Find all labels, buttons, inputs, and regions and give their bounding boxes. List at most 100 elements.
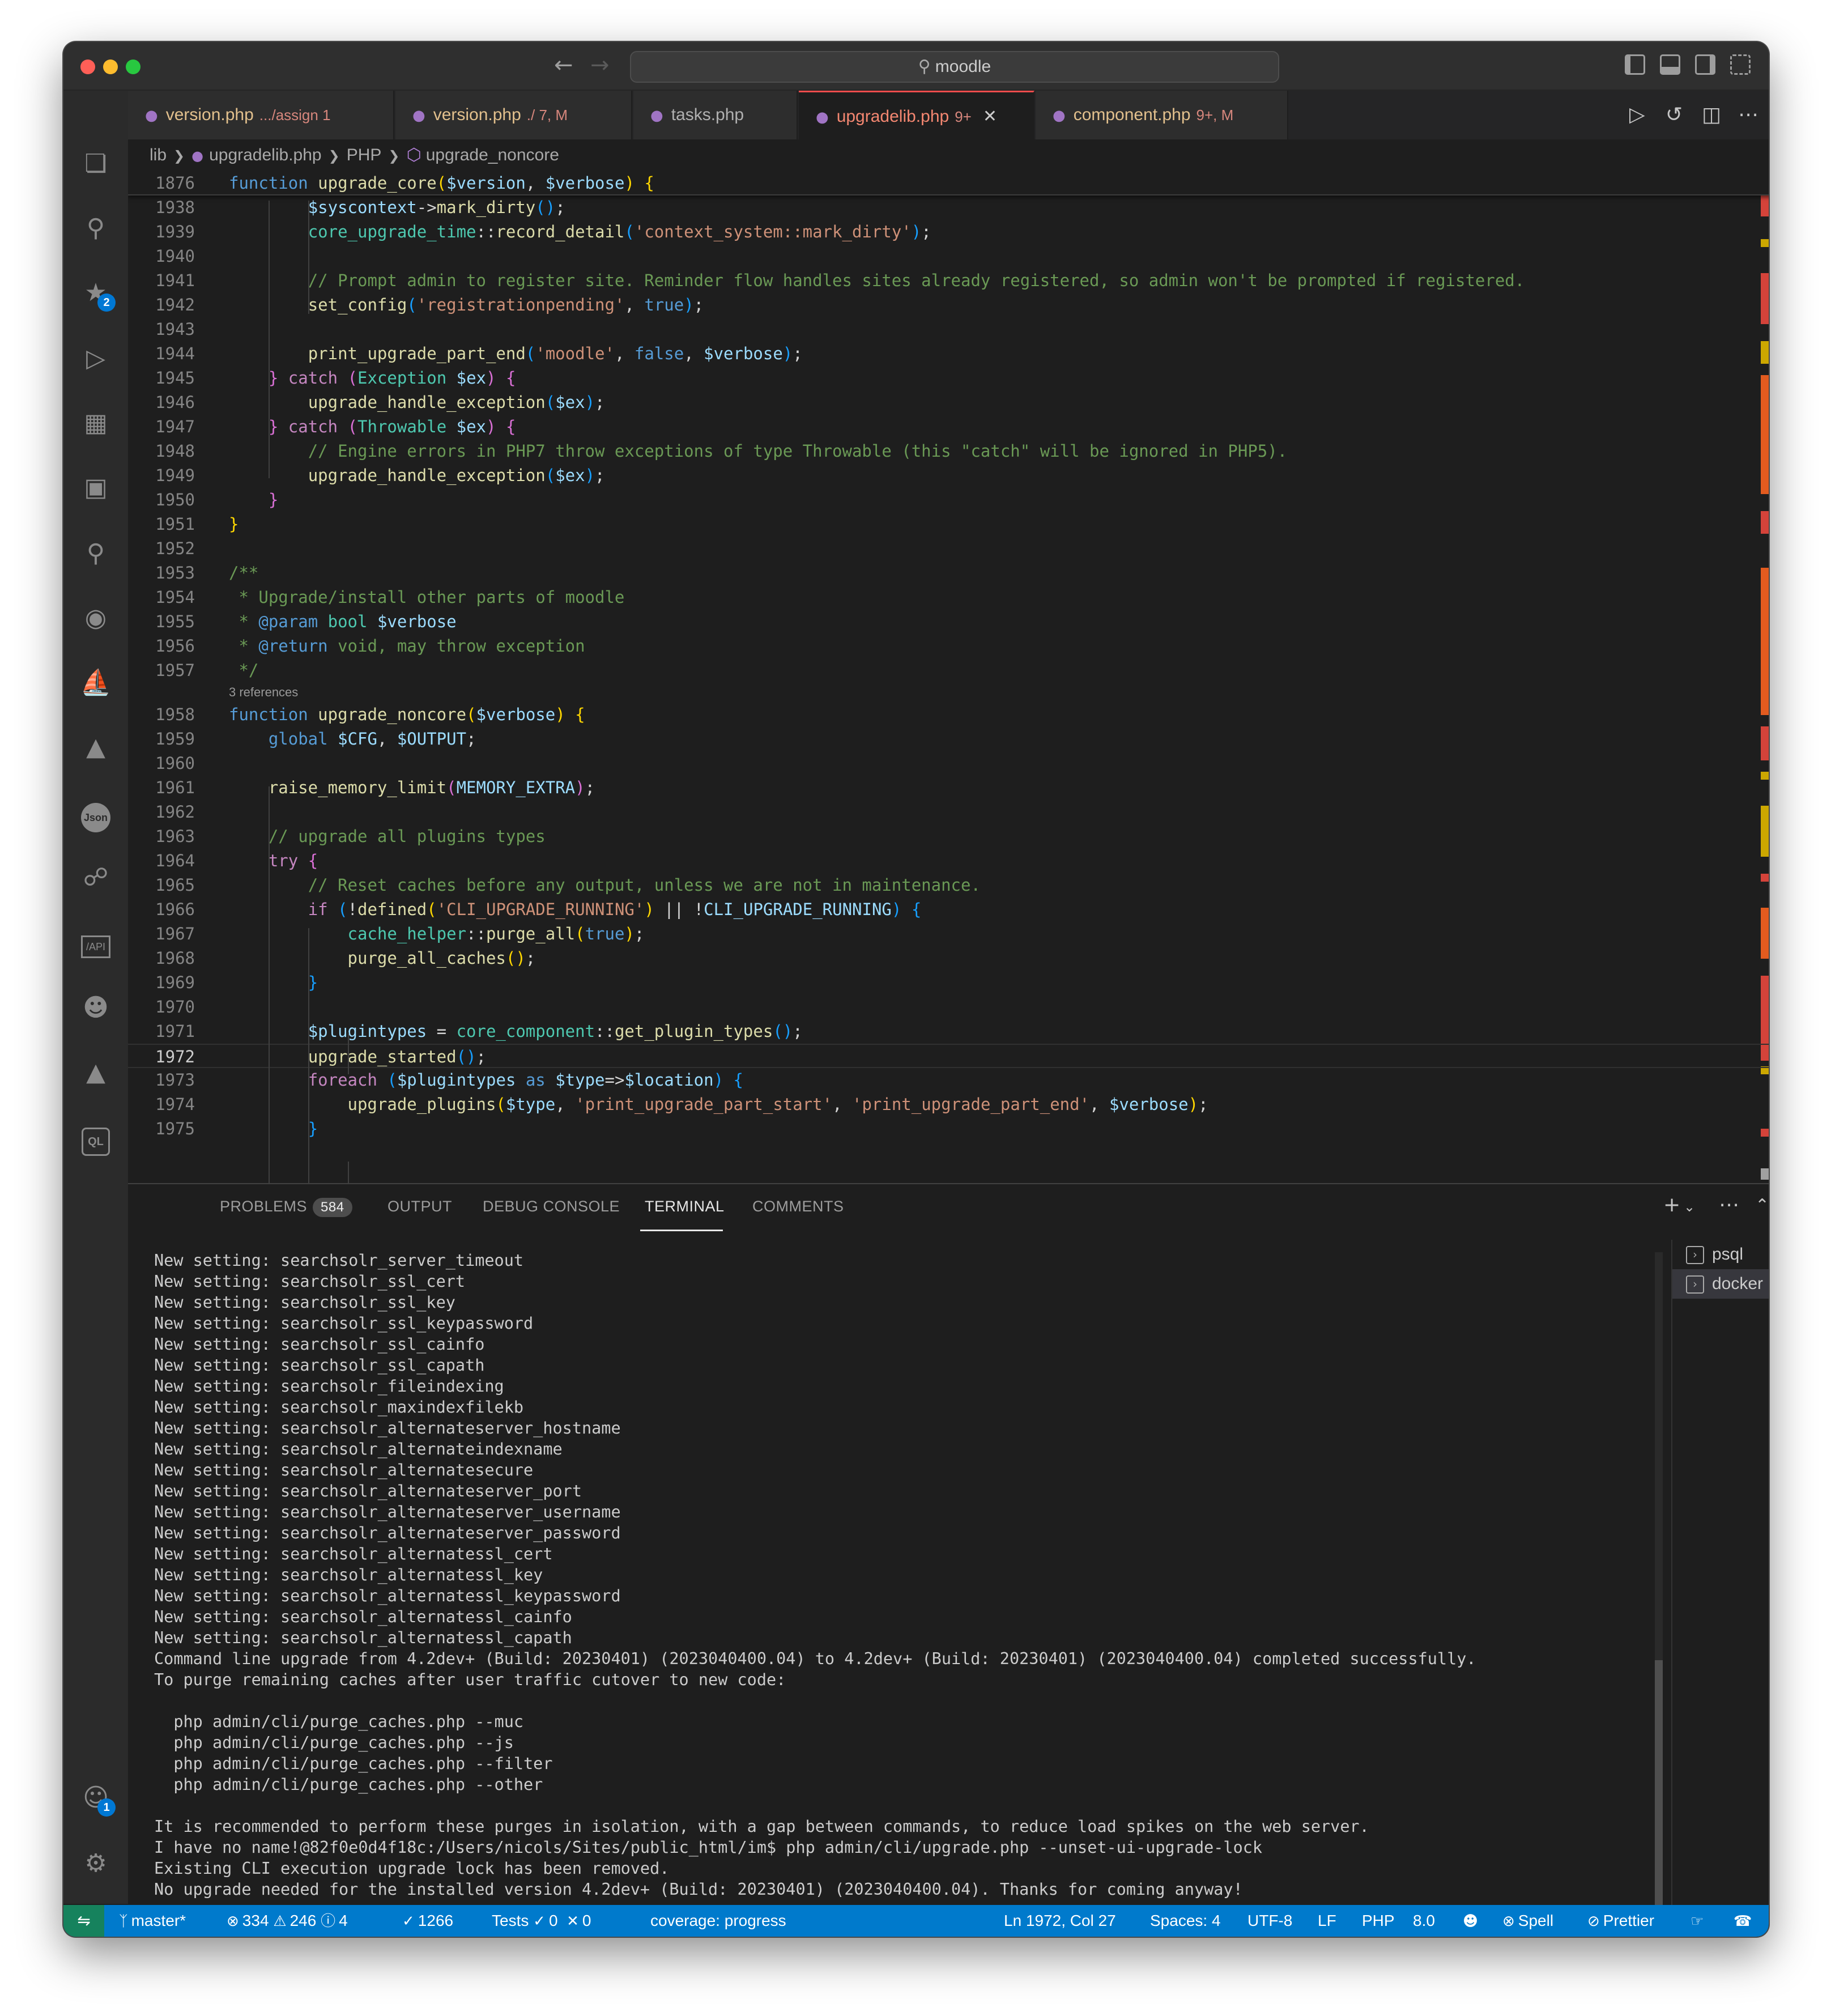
tab-comments[interactable]: COMMENTS xyxy=(752,1198,844,1215)
remote-explorer-icon[interactable]: ▣ xyxy=(79,471,112,504)
terminal-output[interactable]: New setting: searchsolr_server_timeout Ne… xyxy=(154,1250,1695,1937)
breadcrumb-lang[interactable]: PHP xyxy=(347,146,382,164)
chevron-down-icon[interactable]: ⌄ xyxy=(1684,1199,1695,1215)
run-file-icon[interactable]: ▷ xyxy=(1629,103,1645,126)
json-icon[interactable]: Json xyxy=(79,797,112,832)
code-line[interactable]: 1968 purge_all_caches(); xyxy=(128,946,1769,971)
toggle-secondary-sidebar-icon[interactable] xyxy=(1695,54,1715,75)
sql-icon[interactable]: QL xyxy=(79,1121,112,1156)
settings-icon[interactable]: ⚙ xyxy=(79,1847,112,1880)
maximize-window-button[interactable] xyxy=(126,59,140,74)
code-line[interactable]: 1955 * @param bool $verbose xyxy=(128,610,1769,634)
code-line[interactable]: 1972 upgrade_started(); xyxy=(128,1044,1769,1068)
prettier-indicator[interactable]: ⊘ Prettier xyxy=(1587,1905,1654,1937)
encoding[interactable]: UTF-8 xyxy=(1247,1905,1292,1937)
tab-component-php[interactable]: ● component.php 9+, M xyxy=(1036,91,1288,139)
tab-tasks-php[interactable]: ● tasks.php xyxy=(633,91,798,139)
code-line[interactable]: 1945 } catch (Exception $ex) { xyxy=(128,366,1769,390)
code-line[interactable]: 1947 } catch (Throwable $ex) { xyxy=(128,415,1769,439)
terminal-item-docker[interactable]: › docker xyxy=(1672,1269,1769,1299)
code-line[interactable]: 1974 upgrade_plugins($type, 'print_upgra… xyxy=(128,1092,1769,1117)
terminal-scrollbar[interactable] xyxy=(1655,1252,1663,1937)
code-line[interactable]: 1957 */ xyxy=(128,658,1769,683)
arrow-left-icon[interactable]: ← xyxy=(554,52,573,78)
cursor-position[interactable]: Ln 1972, Col 27 xyxy=(1004,1905,1116,1937)
problems-indicator[interactable]: ⊗ 334 ⚠ 246 ⓘ 4 xyxy=(227,1905,348,1937)
coverage-indicator[interactable]: coverage: progress xyxy=(650,1905,786,1937)
code-line[interactable]: 1964 try { xyxy=(128,849,1769,873)
code-line[interactable]: 1943 xyxy=(128,317,1769,342)
code-line[interactable]: 1946 upgrade_handle_exception($ex); xyxy=(128,390,1769,415)
tab-upgradelib-php[interactable]: ● upgradelib.php 9+ ✕ xyxy=(799,91,1034,139)
new-terminal-icon[interactable]: + xyxy=(1663,1193,1680,1217)
code-line[interactable]: 1973 foreach ($plugintypes as $type=>$lo… xyxy=(128,1068,1769,1092)
code-line[interactable]: 1950 } xyxy=(128,488,1769,512)
code-line[interactable]: 1941 // Prompt admin to register site. R… xyxy=(128,269,1769,293)
search-icon[interactable]: ⚲ xyxy=(79,212,112,245)
tests-passed-indicator[interactable]: ✓ 1266 xyxy=(402,1905,453,1937)
customize-layout-icon[interactable] xyxy=(1730,54,1751,75)
code-line[interactable]: 1944 print_upgrade_part_end('moodle', fa… xyxy=(128,342,1769,366)
code-line[interactable]: 1967 cache_helper::purge_all(true); xyxy=(128,922,1769,946)
feedback-icon[interactable]: ☞ xyxy=(1691,1905,1707,1937)
extensions-icon[interactable]: ▦ xyxy=(79,407,112,440)
run-debug-icon[interactable]: ▷ xyxy=(79,342,112,375)
code-line[interactable]: 1949 upgrade_handle_exception($ex); xyxy=(128,463,1769,488)
tab-terminal[interactable]: TERMINAL xyxy=(645,1198,725,1215)
indentation[interactable]: Spaces: 4 xyxy=(1150,1905,1221,1937)
code-line[interactable]: 1954 * Upgrade/install other parts of mo… xyxy=(128,585,1769,610)
code-line[interactable]: 1956 * @return void, may throw exception xyxy=(128,634,1769,658)
database-icon[interactable]: ☍ xyxy=(79,861,112,894)
api-icon[interactable]: /API xyxy=(79,926,112,959)
terminal-item-psql[interactable]: › psql xyxy=(1672,1240,1769,1269)
timeline-icon[interactable]: ↺ xyxy=(1666,103,1683,126)
code-line[interactable]: 1969 } xyxy=(128,971,1769,995)
github-icon[interactable]: ◉ xyxy=(79,602,112,635)
code-line[interactable]: 1948 // Engine errors in PHP7 throw exce… xyxy=(128,439,1769,463)
code-line[interactable]: 1962 xyxy=(128,800,1769,824)
accounts-icon[interactable]: ☺ 1 xyxy=(79,1781,116,1817)
breadcrumb-file[interactable]: upgradelib.php xyxy=(209,146,322,164)
azure-icon[interactable]: ▲ xyxy=(79,1056,112,1089)
code-line[interactable]: 1940 xyxy=(128,244,1769,269)
tests-indicator[interactable]: Tests ✓ 0 ✕ 0 xyxy=(492,1905,591,1937)
tree-icon[interactable]: ▲ xyxy=(79,731,112,764)
split-editor-icon[interactable]: ◫ xyxy=(1702,103,1721,126)
source-control-icon[interactable]: ★ 2 xyxy=(79,277,116,312)
toggle-panel-icon[interactable] xyxy=(1660,54,1680,75)
tab-version-php-assign[interactable]: ● version.php .../assign 1 xyxy=(128,91,394,139)
code-line[interactable]: 1975 } xyxy=(128,1117,1769,1141)
scrollbar-thumb[interactable] xyxy=(1655,1660,1663,1937)
remote-indicator-icon[interactable]: ⇋ xyxy=(63,1905,104,1937)
close-icon[interactable]: ✕ xyxy=(983,107,997,126)
more-actions-icon[interactable]: ⋯ xyxy=(1719,1193,1739,1217)
tab-output[interactable]: OUTPUT xyxy=(388,1198,452,1215)
code-line[interactable]: 1961 raise_memory_limit(MEMORY_EXTRA); xyxy=(128,776,1769,800)
code-line[interactable]: 1939 core_upgrade_time::record_detail('c… xyxy=(128,220,1769,244)
tab-debug-console[interactable]: DEBUG CONSOLE xyxy=(483,1198,620,1215)
testing-icon[interactable]: ⚲ xyxy=(79,537,112,570)
code-line[interactable]: 1952 xyxy=(128,537,1769,561)
minimize-window-button[interactable] xyxy=(103,59,118,74)
code-line[interactable]: 1953 /** xyxy=(128,561,1769,585)
arrow-right-icon[interactable]: → xyxy=(590,52,610,78)
sticky-scroll-line[interactable]: 1876 function upgrade_core($version, $ver… xyxy=(128,171,1769,195)
more-actions-icon[interactable]: ⋯ xyxy=(1738,103,1758,126)
maximize-panel-icon[interactable]: ⌃ xyxy=(1755,1196,1769,1215)
code-line[interactable]: 1959 global $CFG, $OUTPUT; xyxy=(128,727,1769,751)
toggle-primary-sidebar-icon[interactable] xyxy=(1625,54,1645,75)
copilot-status-icon[interactable]: ☻ xyxy=(1463,1905,1481,1937)
notifications-bell-icon[interactable]: ☎ xyxy=(1734,1905,1755,1937)
code-line[interactable]: 1971 $plugintypes = core_component::get_… xyxy=(128,1019,1769,1044)
code-line[interactable]: 1963 // upgrade all plugins types xyxy=(128,824,1769,849)
language-mode[interactable]: PHP xyxy=(1362,1905,1395,1937)
breadcrumb-folder[interactable]: lib xyxy=(150,146,167,164)
code-editor[interactable]: 1876 function upgrade_core($version, $ver… xyxy=(128,171,1769,1183)
code-line[interactable]: 1960 xyxy=(128,751,1769,776)
tab-version-php-root[interactable]: ● version.php ./ 7, M xyxy=(395,91,632,139)
breadcrumb-symbol[interactable]: upgrade_noncore xyxy=(426,146,559,164)
code-line[interactable]: 1942 set_config('registrationpending', t… xyxy=(128,293,1769,317)
code-line[interactable]: 1958 function upgrade_noncore($verbose) { xyxy=(128,703,1769,727)
codelens-references[interactable]: 3 references xyxy=(229,685,298,700)
tab-problems[interactable]: PROBLEMS 584 xyxy=(220,1198,352,1217)
